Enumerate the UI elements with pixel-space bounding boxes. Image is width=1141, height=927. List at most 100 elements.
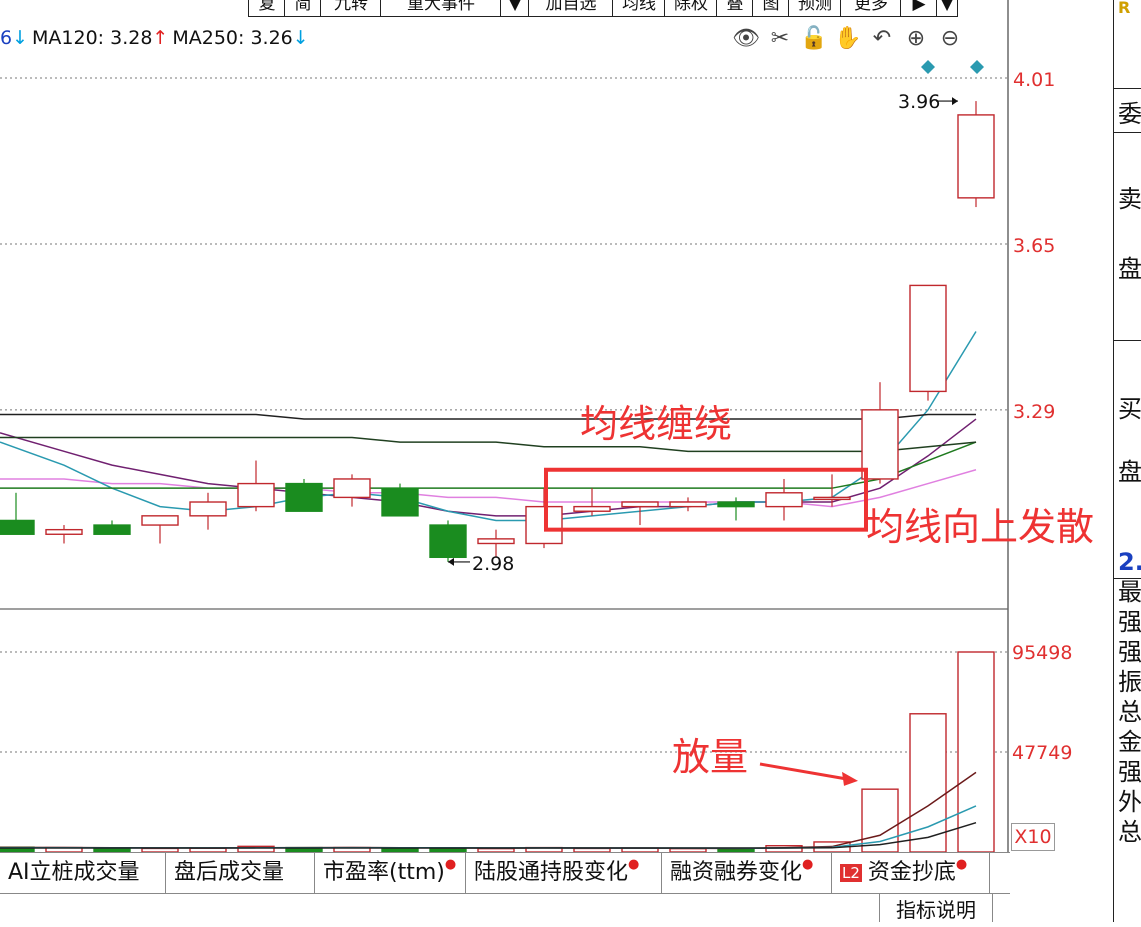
high-marker-arrow [952, 97, 958, 106]
annotation-arrow-head [842, 771, 858, 786]
zoom-in-icon[interactable]: ⊕ [902, 25, 930, 53]
candle-body [93, 524, 131, 535]
ma-black [0, 413, 976, 420]
lock-icon[interactable]: 🔓 [800, 25, 828, 53]
volume-unit-label: X10 [1011, 823, 1055, 851]
candle-body [813, 496, 851, 501]
right-panel-text: R [1118, 0, 1131, 17]
hand-icon[interactable]: ✋ [834, 25, 862, 53]
candle-body [669, 501, 707, 508]
candle-body [909, 284, 947, 393]
ma-darkgreen [0, 436, 977, 453]
candle-body [717, 501, 755, 508]
zoom-out-icon[interactable]: ⊖ [936, 25, 964, 53]
indicator-tab[interactable]: L2 资金抄底● [832, 853, 990, 893]
price-axis-label: 3.29 [1013, 401, 1055, 423]
candle-body [141, 515, 179, 526]
toolbar-button[interactable]: 简 [284, 0, 322, 17]
ma-legend-item: MA120: 3.28↑ [32, 27, 169, 49]
diamond-marker-icon [970, 60, 984, 74]
indicator-tab[interactable]: 盘后成交量 [166, 853, 315, 893]
low-price-label: 2.98 [472, 553, 514, 575]
ma-legend-item: 6↓ [0, 27, 29, 49]
right-panel-text: 委 [1118, 100, 1141, 128]
ma-legend: 6↓ MA120: 3.28↑ MA250: 3.26↓ [0, 27, 313, 53]
axis-labels: 4.01 3.65 3.29 95498 47749 [1012, 69, 1072, 764]
ma-green [0, 441, 977, 489]
right-panel-text: 金 [1118, 728, 1141, 756]
toolbar-button[interactable]: 图 [752, 0, 790, 17]
right-panel-text: 盘 [1118, 458, 1141, 486]
toolbar-button[interactable]: 叠 [716, 0, 754, 17]
diamond-marker-icon [921, 60, 935, 74]
ma-legend-item: MA250: 3.26↓ [172, 27, 309, 49]
right-panel-rule [1114, 578, 1141, 579]
low-marker-arrow [448, 557, 454, 566]
candle-body [285, 482, 323, 512]
indicator-tab[interactable]: 市盈率(ttm)● [315, 853, 466, 893]
chart-grid [0, 0, 1009, 852]
volume-axis-label: 47749 [1012, 742, 1072, 764]
volume-bar [957, 651, 995, 853]
right-panel-text: 外 [1118, 788, 1141, 816]
right-panel: R委卖盘买盘2.最强强振总金强外总 [1113, 0, 1141, 922]
annotation-volume-up: 放量 [672, 735, 749, 779]
right-panel-rule [1114, 132, 1141, 133]
toolbar-button[interactable]: 更多 [840, 0, 902, 17]
candle-body [765, 492, 803, 508]
right-panel-text: 总 [1118, 698, 1141, 726]
top-toolbar: 复简九转 重大事件 ▼ 加自选 均线 除权叠图预测 更多 ▶ ▼ [0, 0, 1010, 20]
annotation-ma-diverge: 均线向上发散 [866, 505, 1095, 549]
price-axis-label: 4.01 [1013, 69, 1055, 91]
right-panel-text: 强 [1118, 608, 1141, 636]
tab-dot-icon: ● [802, 857, 814, 872]
toolbar-button[interactable]: ▼ [500, 0, 530, 17]
indicator-tab[interactable]: 融资融券变化● [662, 853, 832, 893]
high-price-label: 3.96 [898, 91, 940, 113]
right-panel-text: 强 [1118, 758, 1141, 786]
tab-dot-icon: ● [628, 857, 640, 872]
price-axis-label: 3.65 [1013, 235, 1055, 257]
toolbar-button[interactable]: 除权 [664, 0, 718, 17]
eye-icon[interactable]: 👁 [732, 25, 760, 53]
scissors-icon[interactable]: ✂ [766, 25, 794, 53]
candle-body [957, 114, 995, 199]
ma-teal [0, 331, 977, 522]
volume-ma-lines [0, 771, 977, 850]
toolbar-button[interactable]: ▼ [936, 0, 958, 17]
candle-body [0, 519, 35, 535]
toolbar-button[interactable]: 复 [248, 0, 286, 17]
undo-icon[interactable]: ↶ [868, 25, 896, 53]
right-panel-text: 强 [1118, 638, 1141, 666]
toolbar-button[interactable]: 重大事件 [380, 0, 502, 17]
toolbar-button[interactable]: 加自选 [528, 0, 614, 17]
toolbar-button[interactable]: 九转 [320, 0, 382, 17]
toolbar-button[interactable]: ▶ [900, 0, 938, 17]
tab-dot-icon: ● [955, 857, 968, 872]
candle-body [477, 538, 515, 545]
indicator-tab[interactable]: AI立桩成交量 [0, 853, 166, 893]
candle-body [189, 501, 227, 517]
price-markers: 3.96 2.98 [448, 60, 984, 575]
annotation-ma-tangle: 均线缠绕 [580, 402, 733, 446]
right-panel-text: 盘 [1118, 255, 1141, 283]
indicator-tab[interactable]: 陆股通持股变化● [466, 853, 662, 893]
right-panel-text: 卖 [1118, 185, 1141, 213]
candle-body [237, 482, 275, 508]
right-panel-text: 总 [1118, 818, 1141, 846]
right-panel-rule [1114, 340, 1141, 341]
vol-ma-dark [0, 771, 977, 850]
toolbar-button[interactable]: 均线 [612, 0, 666, 17]
right-panel-text: 买 [1118, 395, 1141, 423]
candle-body [333, 478, 371, 499]
ma-lines [0, 331, 977, 522]
right-panel-text: 最 [1118, 578, 1141, 606]
toolbar-button[interactable]: 预测 [788, 0, 842, 17]
tab-dot-icon: ● [444, 857, 457, 872]
indicator-tabs: AI立桩成交量 盘后成交量 市盈率(ttm)● 陆股通持股变化● 融资融券变化● L2 资金… [0, 852, 1010, 894]
right-panel-rule [1114, 88, 1141, 89]
candlestick-chart: 4.01 3.65 3.29 95498 47749 3.96 2.98 [0, 0, 1072, 853]
annotation-arrow-line [759, 762, 847, 781]
indicator-explain-button[interactable]: 指标说明 [879, 893, 993, 922]
candle-body [429, 524, 467, 559]
